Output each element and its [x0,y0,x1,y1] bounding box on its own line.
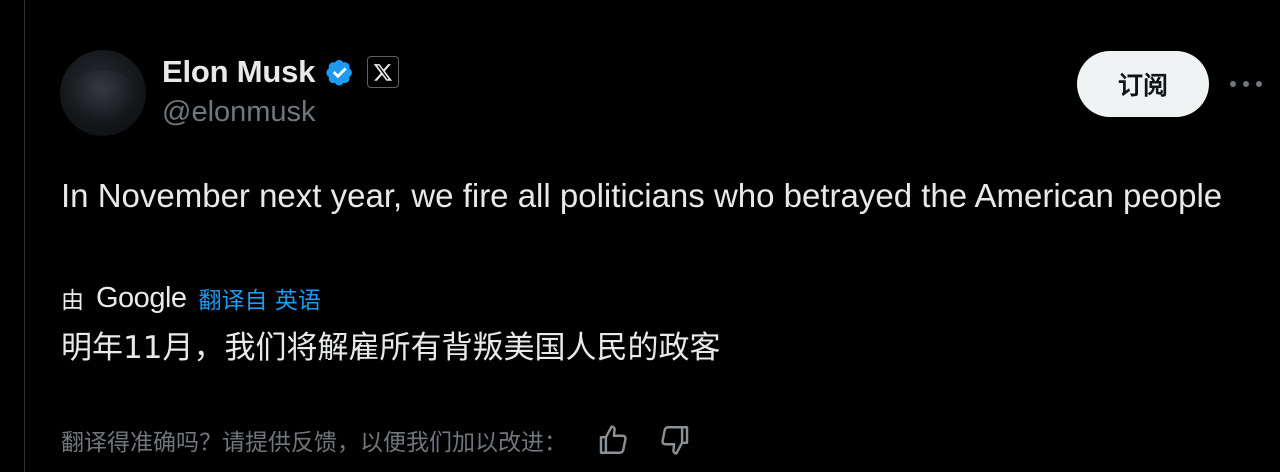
thumbs-up-icon[interactable] [595,422,631,458]
verified-badge-icon[interactable] [323,55,357,89]
translation-feedback: 翻译得准确吗？请提供反馈，以便我们加以改进： [61,418,693,462]
author-display-name[interactable]: Elon Musk [162,54,315,90]
author-name-row: Elon Musk [162,52,400,92]
feedback-prompt: 翻译得准确吗？请提供反馈，以便我们加以改进： [61,430,567,456]
translated-by-label: 由 [61,288,84,314]
timeline-border [24,0,25,472]
subscribe-button[interactable]: 订阅 [1077,51,1209,117]
thumbs-down-icon[interactable] [657,422,693,458]
google-logo: Google [96,281,187,314]
translated-from-link[interactable]: 翻译自 英语 [199,281,321,315]
translation-attribution: 由 Google 翻译自 英语 [61,280,321,316]
author-handle[interactable]: @elonmusk [162,96,316,129]
more-icon[interactable] [1230,76,1262,92]
x-logo-icon[interactable] [367,56,400,88]
avatar[interactable] [60,50,146,136]
tweet-text: In November next year, we fire all polit… [61,177,1223,214]
translated-tweet-text: 明年11月，我们将解雇所有背叛美国人民的政客 [61,330,721,366]
